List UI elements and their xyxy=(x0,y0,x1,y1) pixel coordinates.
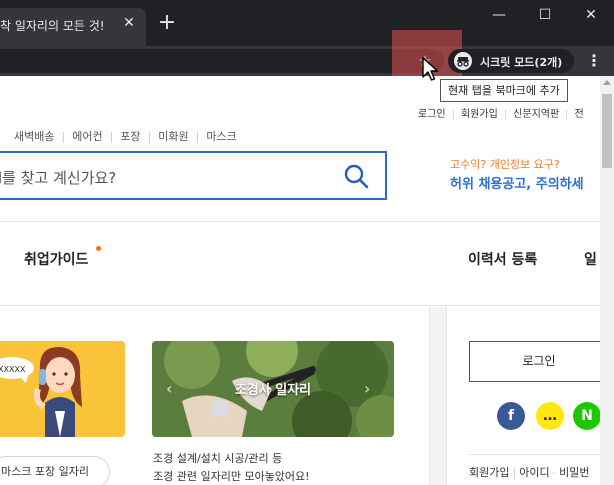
bookmark-tooltip: 현재 탭을 북마크에 추가 xyxy=(440,79,568,102)
incognito-indicator[interactable]: 시크릿 모드(2개) xyxy=(448,49,574,73)
close-window-button[interactable]: ✕ xyxy=(568,0,614,30)
keyword-link[interactable]: 에어컨 xyxy=(72,130,102,143)
util-regional-link[interactable]: 신문지역판 xyxy=(513,109,559,120)
search-input[interactable]: l를 찾고 계신가요? xyxy=(0,151,387,200)
promo-subtitle: 고수익? 개인정보 요구? xyxy=(450,158,560,171)
tab-title: 착 일자리의 모든 것! xyxy=(0,19,105,33)
content-section: XXXXX ‹ 조경사 일자리 › 마스크 포장 일자리 조경 설계/설치 시공… xyxy=(0,307,600,485)
card-desc-line-2: 조경 관련 일자리만 모아놓았어요! xyxy=(153,470,310,483)
card-tag-mask-packing[interactable]: 마스크 포장 일자리 xyxy=(0,456,110,485)
nav-item-job-guide[interactable]: 취업가이드 xyxy=(24,249,88,269)
carousel-next-icon[interactable]: › xyxy=(364,379,370,398)
popular-keywords: 새벽배송 | 에어컨 | 포장 | 미화원 | 마스크 xyxy=(14,130,237,143)
search-icon[interactable] xyxy=(342,162,370,190)
page-scrollbar[interactable] xyxy=(600,76,614,485)
woman-on-phone-illustration: XXXXX xyxy=(0,346,82,437)
page-content: 로그인 | 회원가입 | 신문지역판 | 전 새벽배송 | 에어컨 | 포장 | 미화원 | 마스크 l를 … xyxy=(0,76,600,485)
util-more-link[interactable]: 전 xyxy=(575,109,584,120)
nav-item-more[interactable]: 일 xyxy=(584,249,597,269)
browser-menu-icon[interactable]: ⋮ xyxy=(584,49,604,73)
card-panel: XXXXX ‹ 조경사 일자리 › 마스크 포장 일자리 조경 설계/설치 시공… xyxy=(0,307,430,485)
naver-login-icon[interactable]: N xyxy=(573,402,600,430)
nav-item-resume[interactable]: 이력서 등록 xyxy=(468,249,537,269)
card-image-landscaper-job[interactable]: ‹ 조경사 일자리 › xyxy=(152,341,394,437)
util-signup-link[interactable]: 회원가입 xyxy=(461,109,498,120)
utility-links: 로그인 | 회원가입 | 신문지역판 | 전 xyxy=(418,109,584,120)
login-links: 회원가입 | 아이디 · 비밀번 xyxy=(469,466,590,479)
speech-bubble-text: XXXXX xyxy=(0,365,26,374)
login-divider xyxy=(469,454,600,455)
kakao-login-icon[interactable]: … xyxy=(536,402,564,430)
promo-title[interactable]: 허위 채용공고, 주의하세 xyxy=(450,173,584,192)
keyword-link[interactable]: 새벽배송 xyxy=(14,130,54,143)
new-tab-button[interactable]: + xyxy=(156,12,178,34)
incognito-icon xyxy=(454,52,472,70)
new-badge-dot xyxy=(96,246,101,251)
util-login-link[interactable]: 로그인 xyxy=(418,109,446,120)
card-description: 조경 설계/설치 시공/관리 등 조경 관련 일자리만 모아놓았어요! xyxy=(153,450,310,485)
card-image-label: 조경사 일자리 xyxy=(234,383,312,398)
find-id-link[interactable]: 아이디 xyxy=(519,466,549,479)
scroll-up-icon[interactable] xyxy=(603,80,611,85)
signup-link[interactable]: 회원가입 xyxy=(469,466,509,479)
keyword-link[interactable]: 포장 xyxy=(120,130,140,143)
address-bar[interactable] xyxy=(0,49,444,73)
login-panel: 로그인 f … N 회원가입 | 아이디 · 비밀번 xyxy=(446,307,600,485)
mouse-cursor-icon xyxy=(422,57,439,81)
card-image-mask-job[interactable]: XXXXX xyxy=(0,341,125,437)
browser-tab[interactable]: 착 일자리의 모든 것! ✕ xyxy=(0,8,146,46)
minimize-button[interactable]: — xyxy=(476,0,522,30)
maximize-button[interactable]: ☐ xyxy=(522,0,568,30)
login-button[interactable]: 로그인 xyxy=(469,341,600,382)
find-password-link[interactable]: 비밀번 xyxy=(559,466,589,479)
keyword-link[interactable]: 미화원 xyxy=(158,130,188,143)
card-desc-line-1: 조경 설계/설치 시공/관리 등 xyxy=(153,452,283,465)
main-navigation: 취업가이드 이력서 등록 일 xyxy=(0,221,600,306)
scroll-thumb[interactable] xyxy=(602,94,612,168)
incognito-label: 시크릿 모드(2개) xyxy=(480,56,563,69)
search-placeholder: l를 찾고 계신가요? xyxy=(0,169,117,187)
browser-titlebar: 착 일자리의 모든 것! ✕ + — ☐ ✕ xyxy=(0,0,614,46)
keyword-link[interactable]: 마스크 xyxy=(206,130,236,143)
tab-close-icon[interactable]: ✕ xyxy=(120,14,138,32)
facebook-login-icon[interactable]: f xyxy=(497,402,525,430)
